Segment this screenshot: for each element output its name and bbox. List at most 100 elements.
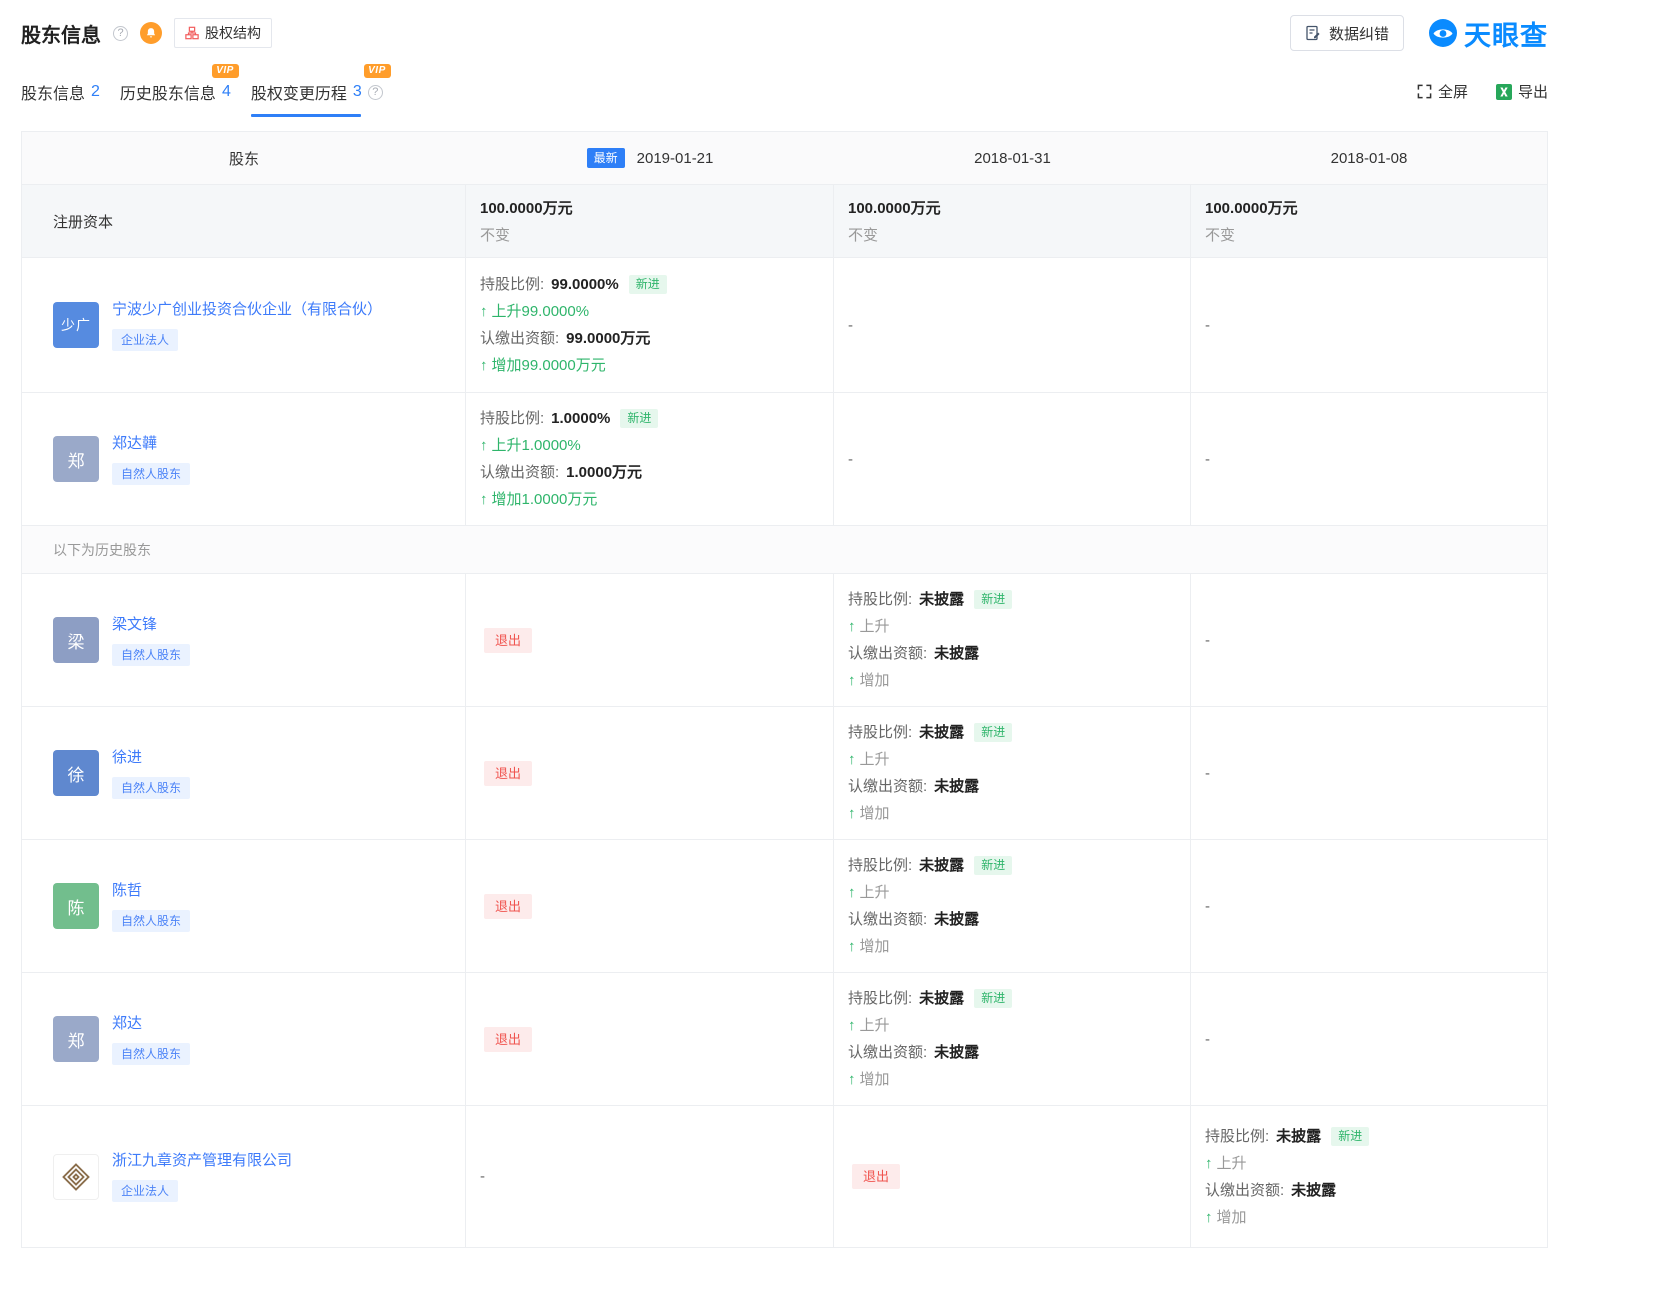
shareholder-type-badge: 企业法人 [112, 329, 178, 351]
shareholder-avatar[interactable]: 郑 [53, 436, 99, 482]
export-button[interactable]: 导出 [1496, 81, 1548, 102]
shareholder-name-link[interactable]: 梁文锋 [112, 615, 157, 635]
new-entry-badge: 新进 [1331, 1127, 1369, 1146]
shareholder-name-link[interactable]: 郑达 [112, 1014, 142, 1034]
tianyancha-eye-icon [1428, 18, 1458, 48]
tab-equity-change-history[interactable]: VIP 股权变更历程 3 ? [251, 64, 383, 117]
up-arrow-icon: ↑ [848, 805, 856, 822]
up-arrow-icon: ↑ [848, 884, 856, 901]
notification-bell-icon[interactable] [140, 22, 162, 44]
change-detail-cell: 持股比例:未披露新进 ↑上升 认缴出资额:未披露 ↑增加 [834, 707, 1191, 839]
shareholder-info-panel: 股东信息 ? 股权结构 [21, 0, 1548, 1248]
up-arrow-icon: ↑ [480, 303, 488, 320]
shareholder-avatar[interactable]: 郑 [53, 1016, 99, 1062]
shareholder-type-badge: 自然人股东 [112, 644, 190, 666]
exit-cell: 退出 [834, 1106, 1191, 1247]
shareholder-name-link[interactable]: 郑达韡 [112, 434, 157, 454]
company-logo-avatar[interactable] [53, 1154, 99, 1200]
history-shareholders-divider: 以下为历史股东 [22, 526, 1547, 574]
empty-cell: - [834, 258, 1191, 392]
tianyancha-logo[interactable]: 天眼查 [1428, 14, 1548, 53]
fullscreen-button[interactable]: 全屏 [1417, 81, 1468, 102]
empty-cell: - [834, 393, 1191, 525]
capital-cell: 100.0000万元 不变 [834, 185, 1191, 257]
exit-cell: 退出 [466, 707, 834, 839]
empty-cell: - [1191, 973, 1547, 1105]
capital-amount: 100.0000万元 [1205, 197, 1535, 218]
change-detail-cell: 持股比例:未披露新进 ↑上升 认缴出资额:未披露 ↑增加 [834, 574, 1191, 706]
column-header-date: 2018-01-31 [834, 132, 1191, 184]
empty-cell: - [1191, 574, 1547, 706]
data-correction-label: 数据纠错 [1329, 23, 1389, 44]
exit-badge: 退出 [852, 1164, 900, 1189]
shareholder-name-link[interactable]: 陈哲 [112, 881, 142, 901]
column-header-shareholder: 股东 [22, 132, 466, 184]
shareholder-row: 徐 徐进 自然人股东 退出 持股比例:未披露新进 ↑上升 认缴出资额:未披露 [22, 707, 1547, 840]
tab-shareholder-info[interactable]: 股东信息 2 [21, 64, 100, 117]
shareholder-cell: 梁 梁文锋 自然人股东 [22, 574, 466, 706]
shareholder-name-link[interactable]: 宁波少广创业投资合伙企业（有限合伙） [112, 300, 382, 320]
exit-badge: 退出 [484, 628, 532, 653]
equity-change-table: 股东 最新 2019-01-21 2018-01-31 2018-01-08 注… [21, 131, 1548, 1248]
shareholder-avatar[interactable]: 陈 [53, 883, 99, 929]
column-header-date-latest: 最新 2019-01-21 [466, 132, 834, 184]
capital-amount: 100.0000万元 [480, 197, 821, 218]
date-label: 2018-01-08 [1331, 150, 1408, 167]
up-arrow-icon: ↑ [848, 751, 856, 768]
empty-cell: - [466, 1106, 834, 1247]
new-entry-badge: 新进 [974, 989, 1012, 1008]
help-icon[interactable]: ? [368, 85, 383, 100]
empty-cell: - [1191, 393, 1547, 525]
help-icon[interactable]: ? [113, 26, 128, 41]
shareholder-name-link[interactable]: 徐进 [112, 748, 142, 768]
empty-cell: - [1191, 707, 1547, 839]
shareholder-row: 浙江九章资产管理有限公司 企业法人 - 退出 持股比例:未披露新进 ↑上升 认缴… [22, 1106, 1547, 1248]
capital-change: 不变 [848, 224, 1178, 245]
up-arrow-icon: ↑ [848, 938, 856, 955]
shareholder-row: 梁 梁文锋 自然人股东 退出 持股比例:未披露新进 ↑上升 认缴出资额:未披露 [22, 574, 1547, 707]
data-correction-icon [1305, 25, 1321, 41]
exit-badge: 退出 [484, 761, 532, 786]
exit-cell: 退出 [466, 840, 834, 972]
shareholder-type-badge: 企业法人 [112, 1180, 178, 1202]
up-arrow-icon: ↑ [848, 672, 856, 689]
shareholder-cell: 徐 徐进 自然人股东 [22, 707, 466, 839]
page-title: 股东信息 [21, 19, 101, 48]
shareholder-avatar[interactable]: 少广 [53, 302, 99, 348]
data-correction-button[interactable]: 数据纠错 [1290, 15, 1404, 51]
new-entry-badge: 新进 [620, 409, 658, 428]
new-entry-badge: 新进 [974, 723, 1012, 742]
date-label: 2019-01-21 [637, 150, 714, 167]
up-arrow-icon: ↑ [480, 491, 488, 508]
shareholder-cell: 浙江九章资产管理有限公司 企业法人 [22, 1106, 466, 1247]
diamond-logo-icon [61, 1162, 91, 1192]
up-arrow-icon: ↑ [848, 1071, 856, 1088]
fullscreen-icon [1417, 84, 1432, 99]
shareholder-name-link[interactable]: 浙江九章资产管理有限公司 [112, 1151, 292, 1171]
brand-name: 天眼查 [1464, 14, 1548, 53]
shareholder-cell: 陈 陈哲 自然人股东 [22, 840, 466, 972]
exit-cell: 退出 [466, 973, 834, 1105]
shareholder-row: 郑 郑达韡 自然人股东 持股比例:1.0000%新进 ↑上升1.0000% 认缴… [22, 393, 1547, 526]
capital-cell: 100.0000万元 不变 [1191, 185, 1547, 257]
tab-label: 股权变更历程 [251, 80, 347, 104]
shareholder-cell: 郑 郑达 自然人股东 [22, 973, 466, 1105]
change-detail-cell: 持股比例:99.0000%新进 ↑上升99.0000% 认缴出资额:99.000… [466, 258, 834, 392]
equity-structure-button[interactable]: 股权结构 [174, 18, 272, 48]
capital-change: 不变 [480, 224, 821, 245]
empty-cell: - [1191, 258, 1547, 392]
change-detail-cell: 持股比例:1.0000%新进 ↑上升1.0000% 认缴出资额:1.0000万元… [466, 393, 834, 525]
new-entry-badge: 新进 [974, 856, 1012, 875]
shareholder-type-badge: 自然人股东 [112, 910, 190, 932]
up-arrow-icon: ↑ [848, 1017, 856, 1034]
shareholder-type-badge: 自然人股东 [112, 1043, 190, 1065]
up-arrow-icon: ↑ [480, 357, 488, 374]
tab-history-shareholder-info[interactable]: VIP 历史股东信息 4 [120, 64, 231, 117]
shareholder-row: 少广 宁波少广创业投资合伙企业（有限合伙） 企业法人 持股比例:99.0000%… [22, 258, 1547, 393]
tab-count: 4 [222, 83, 231, 101]
shareholder-avatar[interactable]: 梁 [53, 617, 99, 663]
shareholder-avatar[interactable]: 徐 [53, 750, 99, 796]
equity-structure-label: 股权结构 [205, 23, 261, 43]
shareholder-cell: 郑 郑达韡 自然人股东 [22, 393, 466, 525]
tab-count: 3 [353, 83, 362, 101]
